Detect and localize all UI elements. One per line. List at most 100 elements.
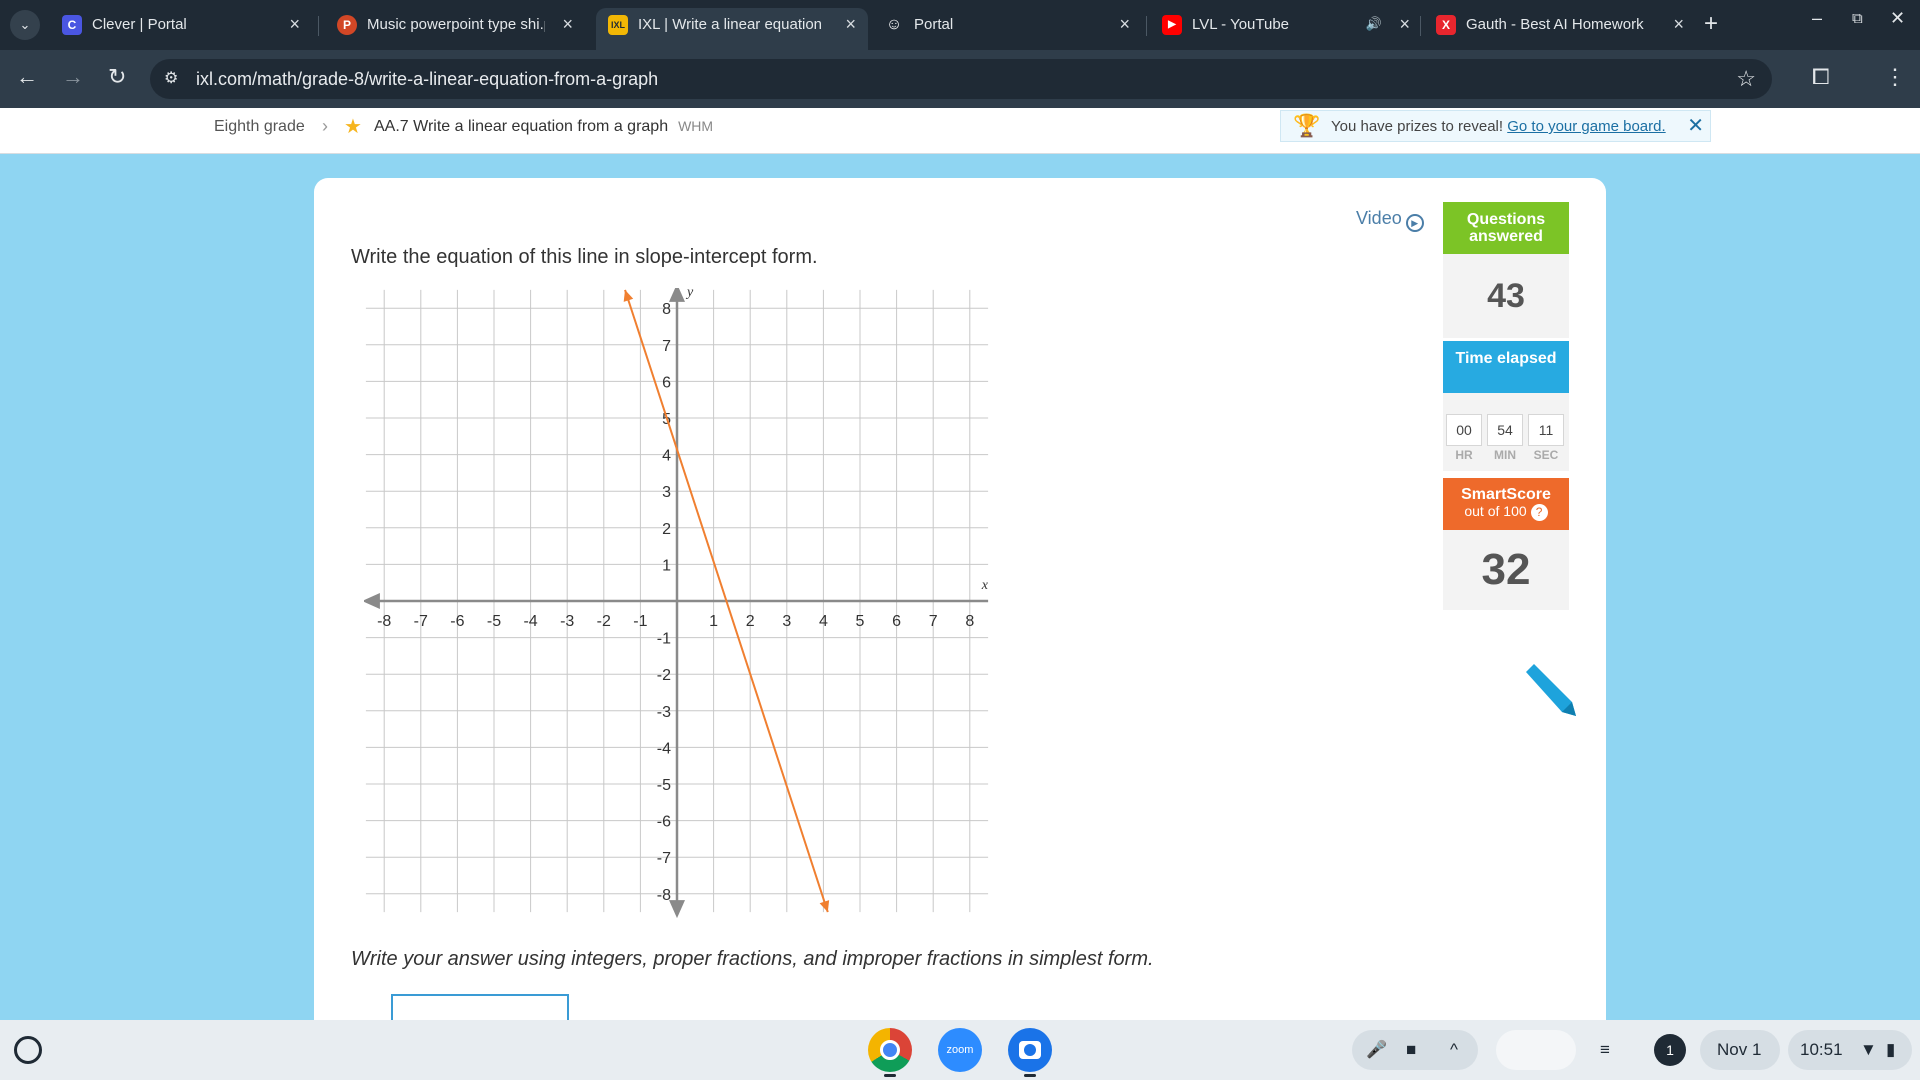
clever-icon: C — [62, 15, 82, 35]
timer-hours-label: HR — [1455, 448, 1473, 462]
holding-space-preview[interactable] — [1496, 1030, 1576, 1070]
wifi-icon: ▼ — [1860, 1040, 1877, 1059]
x-tick-label: 8 — [965, 613, 974, 630]
prize-banner: 🏆 You have prizes to reveal! Go to your … — [1280, 110, 1711, 142]
menu-icon[interactable]: ⋮ — [1884, 64, 1906, 90]
y-tick-label: 3 — [662, 484, 671, 501]
close-icon[interactable]: ✕ — [1687, 113, 1704, 138]
address-bar[interactable]: ⚙ ixl.com/math/grade-8/write-a-linear-eq… — [150, 59, 1772, 99]
restore-icon[interactable]: ⧉ — [1852, 10, 1863, 27]
star-icon: ★ — [344, 116, 362, 138]
tab-ixl[interactable]: IXL IXL | Write a linear equation × — [596, 8, 868, 50]
site-info-icon[interactable]: ⚙ — [164, 68, 178, 88]
smartscore-value: 32 — [1443, 530, 1569, 610]
reload-icon[interactable]: ↻ — [108, 64, 126, 90]
media-tray[interactable]: 🎤 ■ ^ — [1352, 1030, 1478, 1070]
x-axis-label: x — [981, 578, 989, 593]
y-tick-label: -5 — [657, 777, 671, 794]
x-tick-label: 3 — [782, 613, 791, 630]
tab-separator — [1146, 16, 1147, 36]
tab-title: LVL - YouTube — [1192, 16, 1290, 33]
browser-toolbar: ← → ↻ ⚙ ixl.com/math/grade-8/write-a-lin… — [0, 50, 1920, 108]
tab-clever[interactable]: C Clever | Portal × — [50, 8, 312, 50]
launcher-icon[interactable] — [14, 1036, 42, 1064]
chevron-up-icon[interactable]: ^ — [1450, 1040, 1458, 1060]
back-icon[interactable]: ← — [16, 64, 38, 90]
close-icon[interactable]: × — [845, 14, 856, 35]
tab-title: Clever | Portal — [92, 16, 187, 33]
questions-answered-label: Questions answered — [1466, 211, 1546, 245]
bookmark-star-icon[interactable]: ☆ — [1736, 66, 1756, 92]
y-tick-label: -2 — [657, 667, 671, 684]
skill-title: AA.7 Write a linear equation from a grap… — [374, 118, 713, 136]
y-axis-label: y — [685, 288, 694, 300]
minimize-icon[interactable]: – — [1812, 8, 1822, 29]
questions-answered-count: 43 — [1443, 254, 1569, 338]
tab-powerpoint[interactable]: P Music powerpoint type shi.p × — [325, 8, 585, 50]
tab-strip: ⌄ C Clever | Portal × P Music powerpoint… — [0, 0, 1920, 50]
y-tick-label: -8 — [657, 887, 671, 904]
portal-icon: ☺ — [885, 16, 903, 33]
timer-hours: 00 — [1446, 414, 1482, 446]
x-tick-label: 6 — [892, 613, 901, 630]
tab-portal[interactable]: ☺ Portal × — [872, 8, 1142, 50]
notification-count[interactable]: 1 — [1654, 1034, 1686, 1066]
tab-gauth[interactable]: X Gauth - Best AI Homework × — [1424, 8, 1696, 50]
playlist-icon[interactable]: ≡ — [1590, 1030, 1630, 1070]
close-icon[interactable]: × — [1119, 14, 1130, 35]
timer-seconds-label: SEC — [1533, 448, 1559, 462]
smartscore-subtitle: out of 100? — [1443, 503, 1569, 521]
y-tick-label: 6 — [662, 374, 671, 391]
question-card: Video ▶ Write the equation of this line i… — [314, 178, 1606, 1058]
y-tick-label: -3 — [657, 704, 671, 721]
trophy-icon: 🏆 — [1293, 113, 1321, 138]
close-icon[interactable]: × — [289, 14, 300, 35]
pencil-icon[interactable] — [1520, 662, 1580, 722]
y-tick-label: -4 — [657, 740, 671, 757]
zoom-icon[interactable]: zoom — [938, 1028, 982, 1072]
ixl-icon: IXL — [608, 15, 628, 35]
tab-title: Gauth - Best AI Homework — [1466, 16, 1644, 33]
tab-title: IXL | Write a linear equation — [638, 16, 822, 33]
microphone-icon[interactable]: 🎤 — [1366, 1040, 1387, 1060]
question-prompt: Write the equation of this line in slope… — [351, 246, 818, 268]
close-icon[interactable]: × — [562, 14, 573, 35]
prize-message: You have prizes to reveal! Go to your ga… — [1331, 118, 1666, 135]
tab-separator — [1420, 16, 1421, 36]
extensions-icon[interactable]: ⧠ — [1812, 64, 1830, 90]
coordinate-graph: x y -8 -7 -6 -5 -4 -3 -2 -1 1 2 3 4 5 6 7 8 -8 -7 -6 -5 -4 -3 -2… — [364, 288, 989, 919]
tab-separator — [318, 16, 319, 36]
video-button[interactable]: Video ▶ — [1356, 208, 1424, 232]
skill-code: WHM — [678, 118, 714, 134]
x-tick-label: 4 — [819, 613, 828, 630]
breadcrumb-grade[interactable]: Eighth grade — [214, 118, 305, 136]
powerpoint-icon: P — [337, 15, 357, 35]
prize-text: You have prizes to reveal! — [1331, 118, 1504, 135]
y-tick-label: 2 — [662, 521, 671, 538]
close-icon[interactable]: × — [1399, 14, 1410, 35]
date-tray[interactable]: Nov 1 — [1700, 1030, 1780, 1070]
y-tick-label: 1 — [662, 557, 671, 574]
close-icon[interactable]: × — [1673, 14, 1684, 35]
y-tick-label: -7 — [657, 850, 671, 867]
x-tick-label: -6 — [450, 613, 464, 630]
chrome-icon[interactable] — [868, 1028, 912, 1072]
video-camera-icon[interactable]: ■ — [1406, 1040, 1416, 1060]
help-icon[interactable]: ? — [1530, 504, 1548, 521]
timer-minutes: 54 — [1487, 414, 1523, 446]
camera-icon[interactable] — [1008, 1028, 1052, 1072]
line-arrowhead-end — [819, 900, 830, 913]
clock-text: 10:51 — [1800, 1040, 1843, 1059]
tab-search-button[interactable]: ⌄ — [10, 10, 40, 40]
speaker-icon[interactable]: 🔊 — [1366, 16, 1382, 32]
close-window-icon[interactable]: ✕ — [1890, 8, 1905, 29]
app-running-indicator — [884, 1074, 896, 1077]
new-tab-icon[interactable]: + — [1704, 10, 1718, 38]
time-elapsed-label: Time elapsed — [1455, 350, 1557, 367]
x-tick-label: -4 — [523, 613, 537, 630]
game-board-link[interactable]: Go to your game board. — [1507, 118, 1665, 135]
status-tray[interactable]: 10:51 ▼ ▮ — [1788, 1030, 1912, 1070]
skill-title-text: AA.7 Write a linear equation from a grap… — [374, 118, 669, 135]
forward-icon[interactable]: → — [62, 64, 84, 90]
tab-youtube[interactable]: ▶ LVL - YouTube 🔊 × — [1150, 8, 1422, 50]
